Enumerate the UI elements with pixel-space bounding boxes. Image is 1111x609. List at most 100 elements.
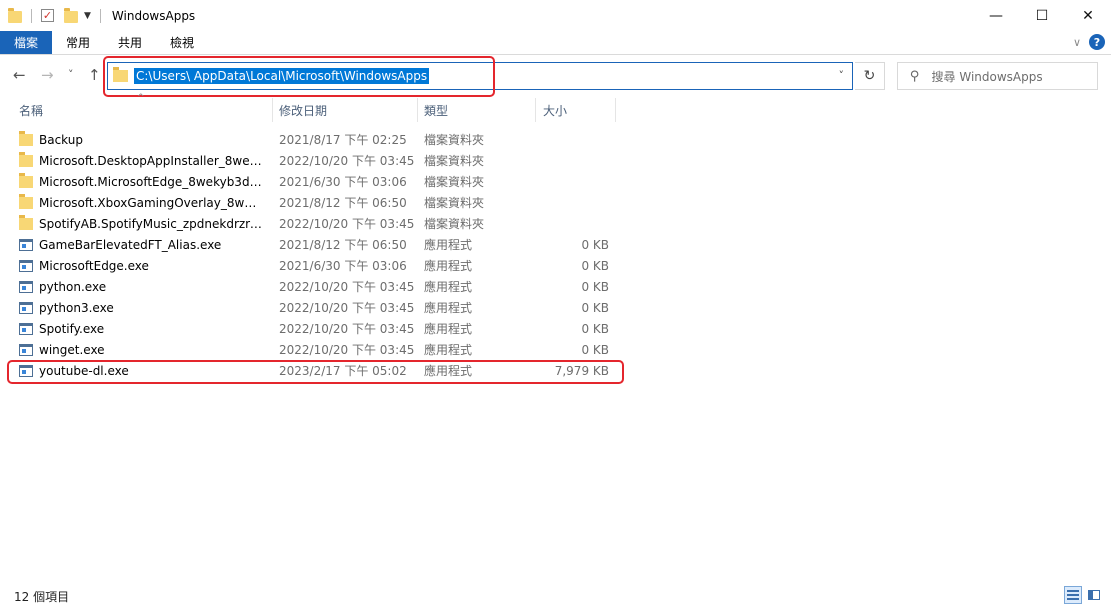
expand-ribbon-icon[interactable]: ∨ bbox=[1073, 36, 1081, 49]
quick-access-toolbar: ✓ ▼ bbox=[0, 0, 110, 31]
file-type: 檔案資料夾 bbox=[424, 175, 485, 189]
column-name[interactable]: 名稱 bbox=[19, 98, 43, 122]
file-list: Backup 2021/8/17 下午 02:25 檔案資料夾 Microsoft.D… bbox=[0, 129, 620, 381]
large-icons-view-button[interactable] bbox=[1085, 586, 1103, 604]
properties-icon[interactable]: ✓ bbox=[41, 9, 54, 22]
file-row[interactable]: Backup 2021/8/17 下午 02:25 檔案資料夾 bbox=[0, 129, 620, 150]
back-button[interactable]: ← bbox=[13, 66, 26, 84]
file-name-cell[interactable]: Microsoft.XboxGamingOverlay_8weky... bbox=[19, 192, 269, 213]
file-name: python.exe bbox=[39, 279, 107, 294]
search-icon: ⚲ bbox=[910, 68, 920, 84]
refresh-button[interactable]: ↻ bbox=[855, 62, 885, 90]
file-name-cell[interactable]: Spotify.exe bbox=[19, 318, 269, 339]
details-view-icon bbox=[1067, 590, 1079, 600]
title-bar: ✓ ▼ WindowsApps — ☐ ✕ bbox=[0, 0, 1111, 31]
column-divider[interactable] bbox=[272, 98, 273, 122]
maximize-button[interactable]: ☐ bbox=[1019, 0, 1065, 31]
toolbar-divider bbox=[31, 8, 32, 23]
file-row[interactable]: python3.exe 2022/10/20 下午 03:45 應用程式 0 KB bbox=[0, 297, 620, 318]
file-date: 2022/10/20 下午 03:45 bbox=[279, 154, 415, 168]
file-name-cell[interactable]: SpotifyAB.SpotifyMusic_zpdnekdrzrea0 bbox=[19, 213, 269, 234]
file-name-cell[interactable]: winget.exe bbox=[19, 339, 269, 360]
application-icon bbox=[19, 259, 33, 272]
file-size: 0 KB bbox=[581, 321, 609, 336]
file-name-cell[interactable]: python3.exe bbox=[19, 297, 269, 318]
search-box[interactable]: ⚲ 搜尋 WindowsApps bbox=[897, 62, 1098, 90]
file-row[interactable]: winget.exe 2022/10/20 下午 03:45 應用程式 0 KB bbox=[0, 339, 620, 360]
column-divider[interactable] bbox=[615, 98, 616, 122]
file-date: 2022/10/20 下午 03:45 bbox=[279, 280, 415, 294]
application-icon bbox=[19, 322, 33, 335]
file-size: 0 KB bbox=[581, 300, 609, 315]
item-count: 12 個項目 bbox=[14, 590, 70, 604]
new-folder-icon[interactable] bbox=[64, 7, 78, 23]
file-row[interactable]: Spotify.exe 2022/10/20 下午 03:45 應用程式 0 KB bbox=[0, 318, 620, 339]
file-name: winget.exe bbox=[39, 342, 105, 357]
forward-button[interactable]: → bbox=[41, 66, 54, 84]
tab-share[interactable]: 共用 bbox=[104, 31, 156, 54]
column-header: ^ 名稱 修改日期 類型 大小 bbox=[0, 93, 620, 122]
file-date: 2021/8/17 下午 02:25 bbox=[279, 133, 407, 147]
file-name: python3.exe bbox=[39, 300, 114, 315]
file-size: 0 KB bbox=[581, 237, 609, 252]
tab-file[interactable]: 檔案 bbox=[0, 31, 53, 54]
file-type: 應用程式 bbox=[424, 259, 473, 273]
close-button[interactable]: ✕ bbox=[1065, 0, 1111, 31]
folder-icon bbox=[19, 214, 33, 230]
window-title: WindowsApps bbox=[111, 8, 196, 23]
file-name: Microsoft.MicrosoftEdge_8wekyb3d8... bbox=[39, 174, 263, 189]
file-type: 應用程式 bbox=[424, 322, 473, 336]
file-size bbox=[540, 192, 609, 213]
file-size bbox=[540, 213, 609, 234]
file-name-cell[interactable]: Microsoft.MicrosoftEdge_8wekyb3d8... bbox=[19, 171, 269, 192]
file-size bbox=[540, 171, 609, 192]
file-name-cell[interactable]: python.exe bbox=[19, 276, 269, 297]
up-button[interactable]: ↑ bbox=[88, 66, 101, 84]
file-name: Backup bbox=[39, 132, 83, 147]
search-input[interactable]: 搜尋 WindowsApps bbox=[932, 68, 1043, 85]
file-name: SpotifyAB.SpotifyMusic_zpdnekdrzrea0 bbox=[39, 216, 263, 231]
file-name-cell[interactable]: GameBarElevatedFT_Alias.exe bbox=[19, 234, 269, 255]
recent-locations-dropdown[interactable]: ˅ bbox=[68, 68, 74, 81]
file-row[interactable]: MicrosoftEdge.exe 2021/6/30 下午 03:06 應用程式 0… bbox=[0, 255, 620, 276]
file-name: Spotify.exe bbox=[39, 321, 105, 336]
file-name: GameBarElevatedFT_Alias.exe bbox=[39, 237, 222, 252]
help-icon[interactable]: ? bbox=[1089, 34, 1105, 50]
address-dropdown-icon[interactable]: ˅ bbox=[839, 69, 845, 82]
minimize-button[interactable]: — bbox=[973, 0, 1019, 31]
file-name: Microsoft.XboxGamingOverlay_8weky... bbox=[39, 195, 263, 210]
file-row[interactable]: Microsoft.XboxGamingOverlay_8weky... 2021… bbox=[0, 192, 620, 213]
file-size: 0 KB bbox=[581, 342, 609, 357]
column-size[interactable]: 大小 bbox=[543, 98, 567, 122]
column-date[interactable]: 修改日期 bbox=[279, 98, 327, 122]
file-row[interactable]: GameBarElevatedFT_Alias.exe 2021/8/12 下午 … bbox=[0, 234, 620, 255]
file-type: 應用程式 bbox=[424, 343, 473, 357]
tab-home[interactable]: 常用 bbox=[52, 31, 104, 54]
folder-icon bbox=[19, 172, 33, 188]
file-row[interactable]: python.exe 2022/10/20 下午 03:45 應用程式 0 KB bbox=[0, 276, 620, 297]
folder-icon bbox=[8, 7, 22, 23]
file-name-cell[interactable]: Microsoft.DesktopAppInstaller_8weky... bbox=[19, 150, 269, 171]
column-type[interactable]: 類型 bbox=[424, 98, 448, 122]
file-date: 2022/10/20 下午 03:45 bbox=[279, 322, 415, 336]
file-name-cell[interactable]: MicrosoftEdge.exe bbox=[19, 255, 269, 276]
column-divider[interactable] bbox=[535, 98, 536, 122]
customize-toolbar-dropdown-icon[interactable]: ▼ bbox=[84, 11, 91, 21]
file-date: 2022/10/20 下午 03:45 bbox=[279, 343, 415, 357]
file-date: 2021/6/30 下午 03:06 bbox=[279, 259, 407, 273]
large-icons-view-icon bbox=[1088, 590, 1100, 600]
application-icon bbox=[19, 343, 33, 356]
tab-view[interactable]: 檢視 bbox=[156, 31, 208, 54]
details-view-button[interactable] bbox=[1064, 586, 1082, 604]
file-type: 應用程式 bbox=[424, 301, 473, 315]
address-highlight-annotation bbox=[103, 56, 495, 97]
file-row[interactable]: Microsoft.DesktopAppInstaller_8weky... 20… bbox=[0, 150, 620, 171]
file-date: 2021/8/12 下午 06:50 bbox=[279, 196, 407, 210]
file-name-cell[interactable]: Backup bbox=[19, 129, 269, 150]
file-row[interactable]: Microsoft.MicrosoftEdge_8wekyb3d8... 2021… bbox=[0, 171, 620, 192]
column-divider[interactable] bbox=[417, 98, 418, 122]
file-type: 檔案資料夾 bbox=[424, 217, 485, 231]
file-name: Microsoft.DesktopAppInstaller_8weky... bbox=[39, 153, 263, 168]
file-date: 2022/10/20 下午 03:45 bbox=[279, 301, 415, 315]
file-row[interactable]: SpotifyAB.SpotifyMusic_zpdnekdrzrea0 2022… bbox=[0, 213, 620, 234]
